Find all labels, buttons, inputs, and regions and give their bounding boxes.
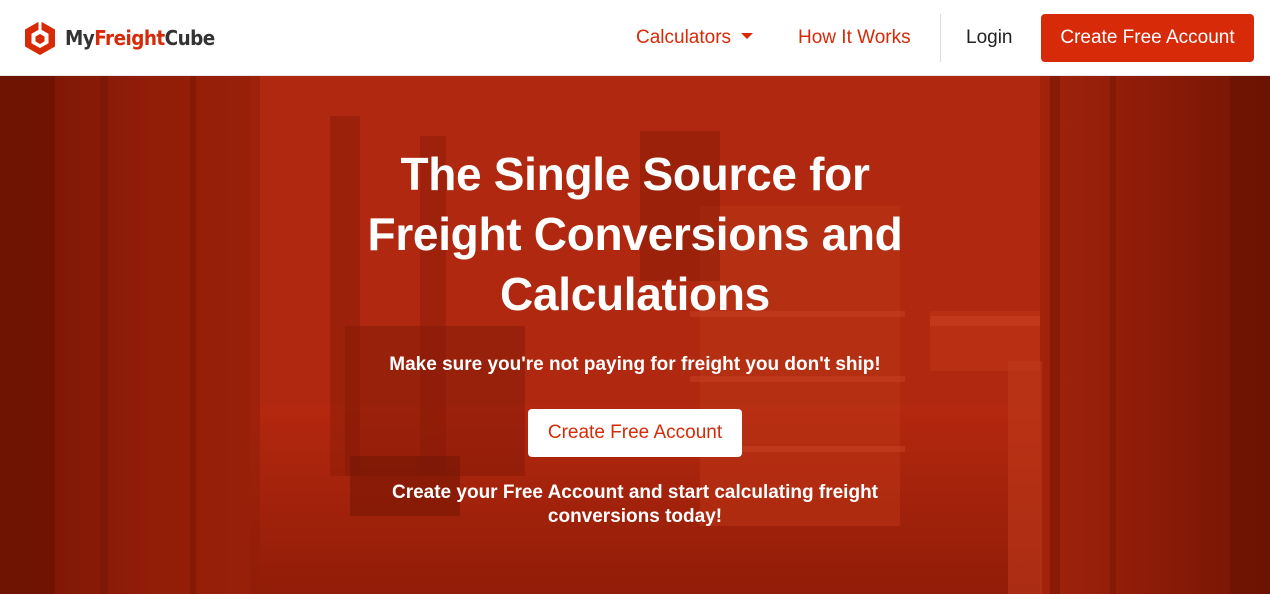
- brand-name-part1: My: [65, 26, 95, 50]
- hero-note: Create your Free Account and start calcu…: [391, 482, 878, 527]
- nav-calculators-dropdown[interactable]: Calculators: [636, 25, 754, 51]
- brand-name-part3: Cube: [164, 26, 216, 50]
- caret-down-icon: [741, 32, 754, 39]
- brand-home-link[interactable]: MyFreightCube: [24, 19, 228, 57]
- hero-section: The Single Source for Freight Conversion…: [0, 76, 1270, 594]
- hero-create-account-button[interactable]: Create Free Account: [528, 409, 742, 457]
- nav-how-it-works-link[interactable]: How It Works: [798, 25, 911, 51]
- nav-divider: [940, 14, 941, 62]
- nav-calculators-label: Calculators: [636, 27, 732, 48]
- brand-name-part2: Freight: [94, 26, 165, 50]
- top-navbar: MyFreightCube Calculators How It Works L…: [0, 0, 1270, 76]
- nav-login-link[interactable]: Login: [966, 25, 1013, 51]
- brand-name: MyFreightCube: [65, 26, 215, 50]
- nav-create-account-button[interactable]: Create Free Account: [1041, 14, 1254, 62]
- hero-title: The Single Source for Freight Conversion…: [367, 148, 903, 320]
- hero-subtitle: Make sure you're not paying for freight …: [389, 354, 881, 375]
- cube-logo-icon: [25, 21, 55, 55]
